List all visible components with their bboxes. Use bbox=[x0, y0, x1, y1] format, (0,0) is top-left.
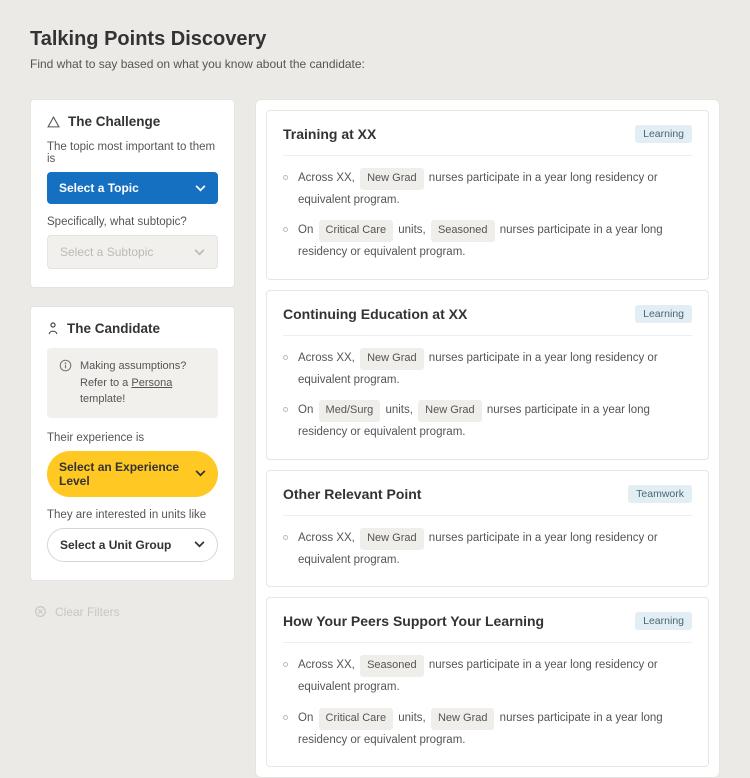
chevron-down-icon bbox=[195, 470, 206, 477]
info-line2-prefix: Refer to a bbox=[80, 377, 131, 389]
bullet-text: On Critical Care units, Seasoned nurses … bbox=[298, 220, 692, 262]
info-line2-suffix: template! bbox=[80, 393, 125, 405]
experience-select-value: Select an Experience Level bbox=[59, 460, 195, 488]
bullet-item: On Critical Care units, New Grad nurses … bbox=[283, 708, 692, 750]
bullet-item: Across XX, Seasoned nurses participate i… bbox=[283, 655, 692, 697]
bullet-item: On Critical Care units, Seasoned nurses … bbox=[283, 220, 692, 262]
card-title: Training at XX bbox=[283, 126, 376, 142]
unit-select-value: Select a Unit Group bbox=[60, 538, 171, 552]
panel-challenge: The Challenge The topic most important t… bbox=[30, 99, 235, 288]
unit-label: They are interested in units like bbox=[47, 509, 218, 521]
bullet-text: Across XX, New Grad nurses participate i… bbox=[298, 168, 692, 210]
bullet-dot-icon bbox=[283, 175, 288, 180]
chip: Med/Surg bbox=[319, 400, 381, 422]
card-tag: Learning bbox=[635, 125, 692, 143]
bullet-text: Across XX, Seasoned nurses participate i… bbox=[298, 655, 692, 697]
result-card: Other Relevant Point Teamwork Across XX, N… bbox=[266, 470, 709, 587]
chip: Critical Care bbox=[319, 220, 394, 242]
panel-challenge-heading: The Challenge bbox=[68, 114, 160, 129]
result-card: How Your Peers Support Your Learning Lear… bbox=[266, 597, 709, 767]
subtopic-select[interactable]: Select a Subtopic bbox=[47, 235, 218, 269]
topic-label: The topic most important to them is bbox=[47, 141, 218, 165]
chip: Critical Care bbox=[319, 708, 394, 730]
bullet-dot-icon bbox=[283, 227, 288, 232]
subtopic-select-value: Select a Subtopic bbox=[60, 245, 153, 259]
chip: New Grad bbox=[360, 168, 424, 190]
results-container: Training at XX Learning Across XX, New Gra… bbox=[255, 99, 720, 778]
clear-filters-label: Clear Filters bbox=[55, 605, 120, 619]
bullet-dot-icon bbox=[283, 535, 288, 540]
clear-icon bbox=[34, 605, 47, 618]
bullet-text: On Critical Care units, New Grad nurses … bbox=[298, 708, 692, 750]
card-title: How Your Peers Support Your Learning bbox=[283, 613, 544, 629]
card-tag: Learning bbox=[635, 305, 692, 323]
topic-select[interactable]: Select a Topic bbox=[47, 172, 218, 204]
bullet-dot-icon bbox=[283, 715, 288, 720]
bullet-text: On Med/Surg units, New Grad nurses parti… bbox=[298, 400, 692, 442]
card-tag: Teamwork bbox=[628, 485, 692, 503]
panel-candidate: The Candidate Making assumptions? Refer … bbox=[30, 306, 235, 581]
bullet-dot-icon bbox=[283, 662, 288, 667]
bullet-item: Across XX, New Grad nurses participate i… bbox=[283, 528, 692, 570]
info-line1: Making assumptions? bbox=[80, 360, 186, 372]
chip: New Grad bbox=[418, 400, 482, 422]
chip: Seasoned bbox=[431, 220, 495, 242]
chip: Seasoned bbox=[360, 655, 424, 677]
bullet-text: Across XX, New Grad nurses participate i… bbox=[298, 528, 692, 570]
bullet-text: Across XX, New Grad nurses participate i… bbox=[298, 348, 692, 390]
bullet-dot-icon bbox=[283, 355, 288, 360]
topic-select-value: Select a Topic bbox=[59, 181, 139, 195]
unit-select[interactable]: Select a Unit Group bbox=[47, 528, 218, 562]
card-title: Other Relevant Point bbox=[283, 486, 421, 502]
sidebar: The Challenge The topic most important t… bbox=[30, 99, 235, 625]
bullet-item: Across XX, New Grad nurses participate i… bbox=[283, 348, 692, 390]
bullet-dot-icon bbox=[283, 407, 288, 412]
persona-link[interactable]: Persona bbox=[131, 377, 172, 389]
info-icon bbox=[59, 359, 72, 378]
bullet-item: Across XX, New Grad nurses participate i… bbox=[283, 168, 692, 210]
card-tag: Learning bbox=[635, 612, 692, 630]
info-card: Making assumptions? Refer to a Persona t… bbox=[47, 348, 218, 418]
experience-select[interactable]: Select an Experience Level bbox=[47, 451, 218, 497]
result-card: Continuing Education at XX Learning Across… bbox=[266, 290, 709, 460]
clear-filters-button[interactable]: Clear Filters bbox=[30, 599, 235, 625]
chip: New Grad bbox=[360, 528, 424, 550]
person-icon bbox=[47, 322, 59, 335]
panel-candidate-heading: The Candidate bbox=[67, 321, 160, 336]
chevron-down-icon bbox=[195, 185, 206, 192]
chevron-down-icon bbox=[194, 249, 205, 256]
chip: New Grad bbox=[360, 348, 424, 370]
result-card: Training at XX Learning Across XX, New Gra… bbox=[266, 110, 709, 280]
experience-label: Their experience is bbox=[47, 432, 218, 444]
chevron-down-icon bbox=[194, 541, 205, 548]
bullet-item: On Med/Surg units, New Grad nurses parti… bbox=[283, 400, 692, 442]
page-title: Talking Points Discovery bbox=[30, 28, 720, 51]
card-title: Continuing Education at XX bbox=[283, 306, 467, 322]
chip: New Grad bbox=[431, 708, 495, 730]
warning-triangle-icon bbox=[47, 116, 60, 128]
subtopic-label: Specifically, what subtopic? bbox=[47, 216, 218, 228]
page-subtitle: Find what to say based on what you know … bbox=[30, 57, 720, 71]
